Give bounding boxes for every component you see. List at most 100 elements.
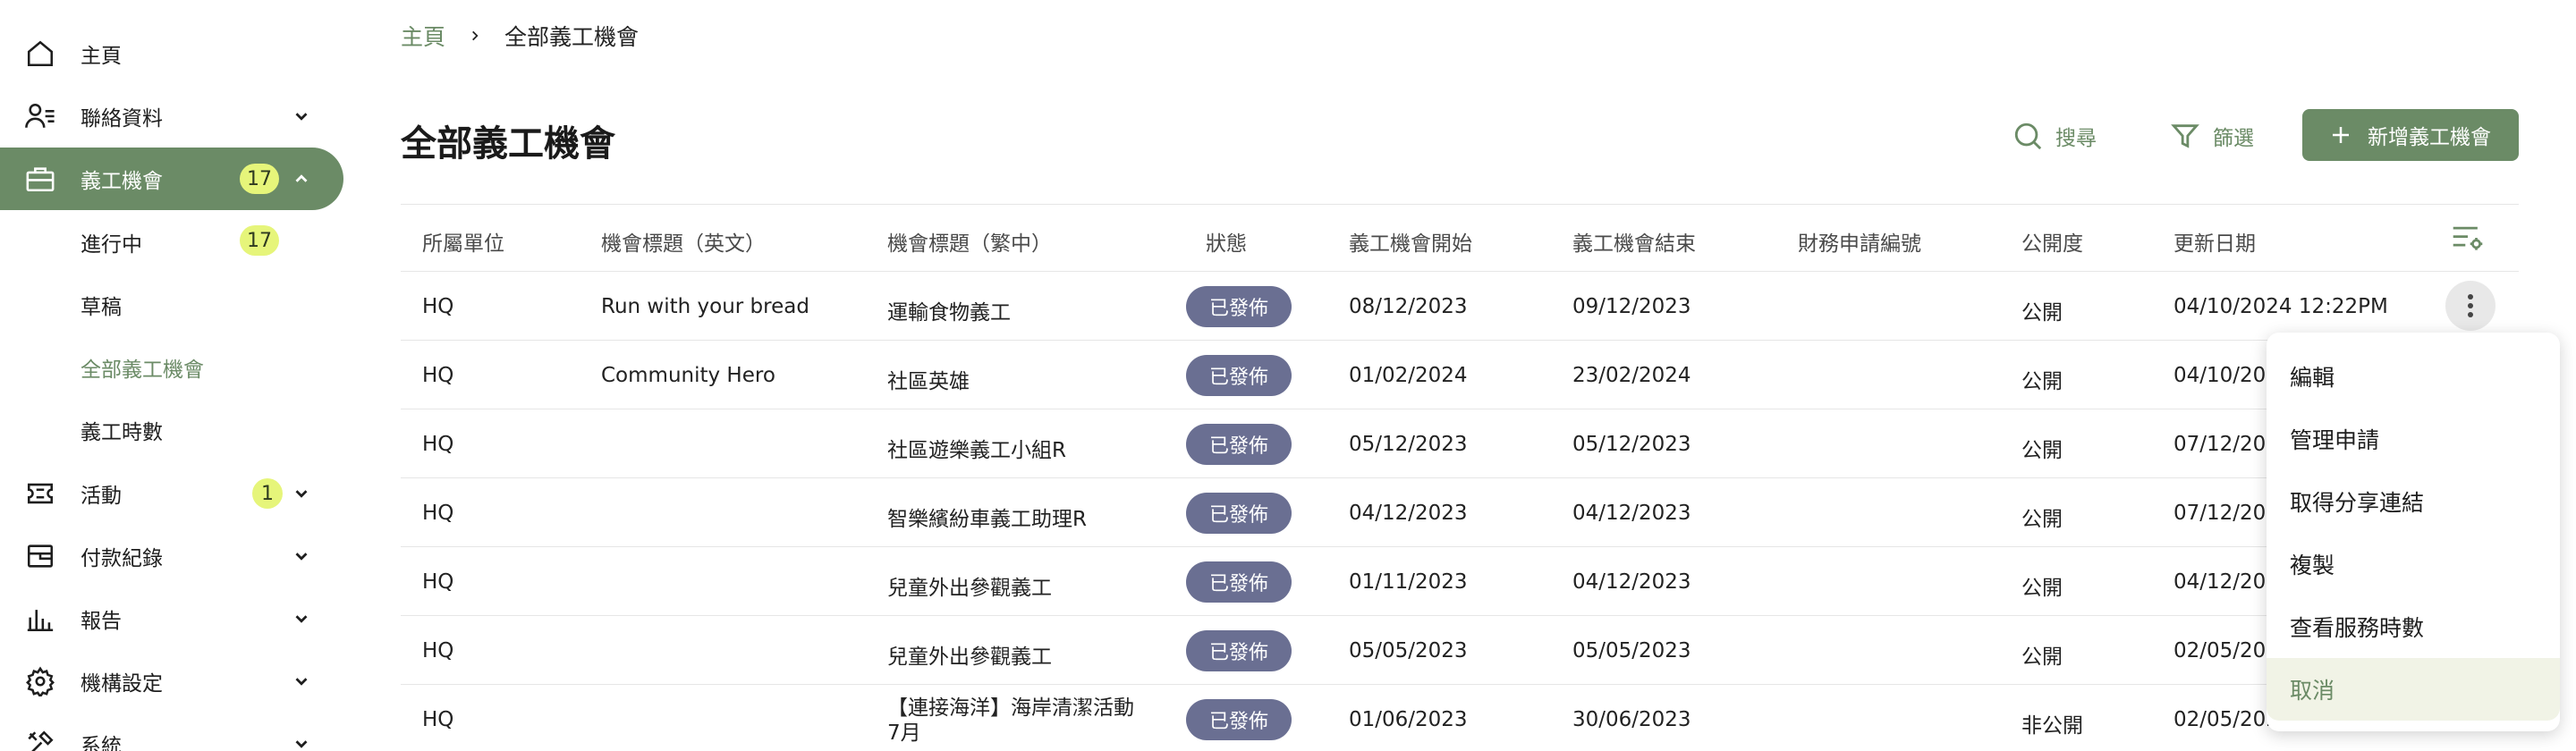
table-row[interactable]: HQ Community Hero 社區英雄 已發佈 01/02/2024 23… xyxy=(401,341,2519,409)
cell-unit: HQ xyxy=(422,570,454,594)
row-actions-menu: 編輯 管理申請 取得分享連結 複製 查看服務時數 取消 xyxy=(2267,333,2560,731)
breadcrumb: 主頁 全部義工機會 xyxy=(401,20,639,52)
count-badge: 17 xyxy=(240,164,279,194)
status-badge: 已發佈 xyxy=(1186,355,1292,396)
menu-item-manage-applications[interactable]: 管理申請 xyxy=(2267,408,2560,470)
row-actions-button[interactable] xyxy=(2445,281,2496,331)
breadcrumb-current: 全部義工機會 xyxy=(504,24,640,50)
table-row[interactable]: HQ Run with your bread 運輸食物義工 已發佈 08/12/… xyxy=(401,272,2519,341)
search-label: 搜尋 xyxy=(2055,127,2097,150)
cell-visibility: 公開 xyxy=(2021,577,2063,600)
add-opportunity-button[interactable]: 新增義工機會 xyxy=(2302,109,2519,161)
table-row[interactable]: HQ 智樂繽紛車義工助理R 已發佈 04/12/2023 04/12/2023 … xyxy=(401,478,2519,547)
column-header-end[interactable]: 義工機會結束 xyxy=(1572,226,1696,257)
chevron-down-icon[interactable] xyxy=(292,106,311,126)
chevron-down-icon[interactable] xyxy=(292,671,311,691)
column-header-title-en[interactable]: 機會標題（英文） xyxy=(601,226,766,257)
search-button[interactable]: 搜尋 xyxy=(2012,116,2097,156)
cell-title-en: Community Hero xyxy=(601,364,775,387)
menu-item-share-link[interactable]: 取得分享連結 xyxy=(2267,470,2560,533)
menu-item-duplicate[interactable]: 複製 xyxy=(2267,533,2560,595)
chevron-down-icon[interactable] xyxy=(292,546,311,566)
cell-unit: HQ xyxy=(422,639,454,662)
menu-item-edit[interactable]: 編輯 xyxy=(2267,345,2560,408)
sidebar-item-label: 機構設定 xyxy=(80,672,163,696)
bar-chart-icon xyxy=(27,610,54,632)
cell-unit: HQ xyxy=(422,708,454,731)
filter-button[interactable]: 篩選 xyxy=(2170,116,2254,156)
page-title: 全部義工機會 xyxy=(401,123,615,165)
cell-title-zh: 運輸食物義工 xyxy=(887,301,1011,325)
column-header-start[interactable]: 義工機會開始 xyxy=(1349,226,1472,257)
cell-start: 08/12/2023 xyxy=(1349,295,1468,318)
cell-end: 04/12/2023 xyxy=(1572,570,1691,594)
cell-start: 05/05/2023 xyxy=(1349,639,1468,662)
status-badge: 已發佈 xyxy=(1186,286,1292,327)
status-badge: 已發佈 xyxy=(1186,561,1292,603)
column-header-updated[interactable]: 更新日期 xyxy=(2174,226,2256,257)
cell-title-zh: 【連接海洋】海岸清潔活動7月 xyxy=(887,696,1134,745)
table-header: 所屬單位 機會標題（英文） 機會標題（繁中） 狀態 義工機會開始 義工機會結束 … xyxy=(401,204,2519,272)
table-row[interactable]: HQ 兒童外出參觀義工 已發佈 01/11/2023 04/12/2023 公開… xyxy=(401,547,2519,616)
menu-item-cancel[interactable]: 取消 xyxy=(2267,658,2560,721)
tools-icon xyxy=(28,730,54,751)
column-header-visibility[interactable]: 公開度 xyxy=(2021,226,2083,257)
ticket-icon xyxy=(27,483,54,504)
cell-unit: HQ xyxy=(422,295,454,318)
chevron-up-icon[interactable] xyxy=(292,169,311,189)
status-badge: 已發佈 xyxy=(1186,699,1292,740)
cell-start: 04/12/2023 xyxy=(1349,502,1468,525)
table-row[interactable]: HQ 【連接海洋】海岸清潔活動7月 已發佈 01/06/2023 30/06/2… xyxy=(401,685,2519,751)
count-badge: 17 xyxy=(240,225,279,256)
cell-title-zh: 社區遊樂義工小組R xyxy=(887,439,1066,462)
table-row[interactable]: HQ 社區遊樂義工小組R 已發佈 05/12/2023 05/12/2023 公… xyxy=(401,409,2519,478)
home-icon xyxy=(27,40,54,67)
cell-unit: HQ xyxy=(422,364,454,387)
sidebar-item-label: 義工機會 xyxy=(80,170,163,193)
cell-end: 04/12/2023 xyxy=(1572,502,1691,525)
chevron-down-icon[interactable] xyxy=(292,609,311,629)
cell-updated: 02/05/202 xyxy=(2174,708,2279,731)
column-header-status[interactable]: 狀態 xyxy=(1206,226,1247,257)
column-header-unit[interactable]: 所屬單位 xyxy=(422,226,504,257)
table-row[interactable]: HQ 兒童外出參觀義工 已發佈 05/05/2023 05/05/2023 公開… xyxy=(401,616,2519,685)
column-header-title-zh[interactable]: 機會標題（繁中） xyxy=(887,226,1052,257)
chevron-down-icon[interactable] xyxy=(292,734,311,751)
more-vertical-icon xyxy=(2468,294,2473,317)
cell-title-en: Run with your bread xyxy=(601,295,809,318)
cell-end: 30/06/2023 xyxy=(1572,708,1691,731)
sidebar-item-label: 聯絡資料 xyxy=(80,107,163,131)
sidebar-item-label: 系統 xyxy=(80,735,122,751)
contacts-icon xyxy=(25,103,55,128)
filter-icon xyxy=(2171,124,2199,148)
cell-visibility: 公開 xyxy=(2021,439,2063,462)
column-settings-icon[interactable] xyxy=(2451,223,2485,253)
count-badge: 1 xyxy=(252,478,283,509)
cell-title-zh: 智樂繽紛車義工助理R xyxy=(887,508,1087,531)
sidebar-subitem-all-opportunities[interactable]: 全部義工機會 xyxy=(80,352,204,383)
cell-visibility: 公開 xyxy=(2021,370,2063,393)
cell-visibility: 公開 xyxy=(2021,301,2063,325)
column-header-finance[interactable]: 財務申請編號 xyxy=(1798,226,1921,257)
cell-title-zh: 兒童外出參觀義工 xyxy=(887,577,1052,600)
sidebar-subitem-drafts[interactable]: 草稿 xyxy=(80,290,122,320)
sidebar: 主頁 聯絡資料 義工機會 17 進行中 17 草稿 全部義工機會 義工時數 活動… xyxy=(0,0,358,751)
sidebar-subitem-ongoing[interactable]: 進行中 xyxy=(80,227,142,257)
breadcrumb-home-link[interactable]: 主頁 xyxy=(401,20,445,52)
sidebar-item-label: 活動 xyxy=(80,485,122,508)
sidebar-item-label: 主頁 xyxy=(80,45,122,68)
status-badge: 已發佈 xyxy=(1186,424,1292,465)
chevron-down-icon[interactable] xyxy=(292,484,311,503)
cell-end: 05/05/2023 xyxy=(1572,639,1691,662)
menu-item-view-hours[interactable]: 查看服務時數 xyxy=(2267,595,2560,658)
cell-updated: 07/12/202 xyxy=(2174,433,2279,456)
chevron-right-icon xyxy=(472,30,479,41)
wallet-icon xyxy=(27,544,54,568)
plus-icon xyxy=(2333,127,2349,143)
sidebar-subitem-hours[interactable]: 義工時數 xyxy=(80,415,163,445)
sidebar-item-volunteer[interactable]: 義工機會 17 xyxy=(0,148,343,210)
cell-title-zh: 兒童外出參觀義工 xyxy=(887,646,1052,669)
sidebar-item-label: 付款紀錄 xyxy=(80,547,163,570)
cell-start: 05/12/2023 xyxy=(1349,433,1468,456)
cell-updated: 04/10/2024 12:22PM xyxy=(2174,295,2388,318)
